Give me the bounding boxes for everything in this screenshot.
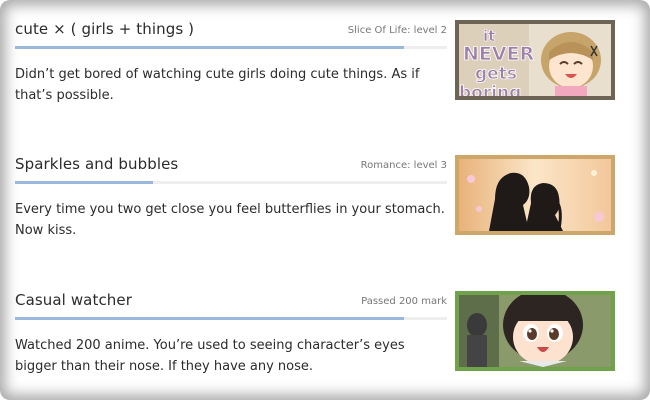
achievement-level: Slice Of Life: level 2 xyxy=(347,25,447,36)
progress-track xyxy=(15,317,447,320)
achievement-title: Casual watcher xyxy=(15,291,133,309)
couple-silhouette-image xyxy=(459,159,611,231)
anime-girl-image: it NEVER gets boring xyxy=(459,24,611,96)
achievement-description: Didn’t get bored of watching cute girls … xyxy=(15,67,420,103)
achievement-level: Passed 200 mark xyxy=(361,296,447,307)
achievement-level: Romance: level 3 xyxy=(360,160,447,171)
achievement-card: Sparkles and bubbles Romance: level 3 Ev… xyxy=(15,155,615,238)
progress-fill xyxy=(15,181,154,184)
progress-fill xyxy=(15,317,404,320)
achievement-image xyxy=(455,291,615,371)
anime-face-image xyxy=(459,295,611,367)
achievement-card: cute × ( girls + things ) Slice Of Life:… xyxy=(15,20,615,103)
image-word: gets xyxy=(475,64,517,84)
achievement-description: Watched 200 anime. You’re used to seeing… xyxy=(15,338,405,374)
achievement-card: Casual watcher Passed 200 mark Watched 2… xyxy=(15,291,615,374)
progress-track xyxy=(15,46,447,49)
achievement-title: cute × ( girls + things ) xyxy=(15,20,195,38)
achievement-title: Sparkles and bubbles xyxy=(15,155,179,173)
achievement-image xyxy=(455,155,615,235)
progress-track xyxy=(15,181,447,184)
achievement-description: Every time you two get close you feel bu… xyxy=(15,202,445,238)
image-word: boring xyxy=(459,83,521,96)
progress-fill xyxy=(15,46,404,49)
achievements-panel: cute × ( girls + things ) Slice Of Life:… xyxy=(0,0,650,400)
achievement-image: it NEVER gets boring xyxy=(455,20,615,100)
image-word: NEVER xyxy=(463,43,535,65)
